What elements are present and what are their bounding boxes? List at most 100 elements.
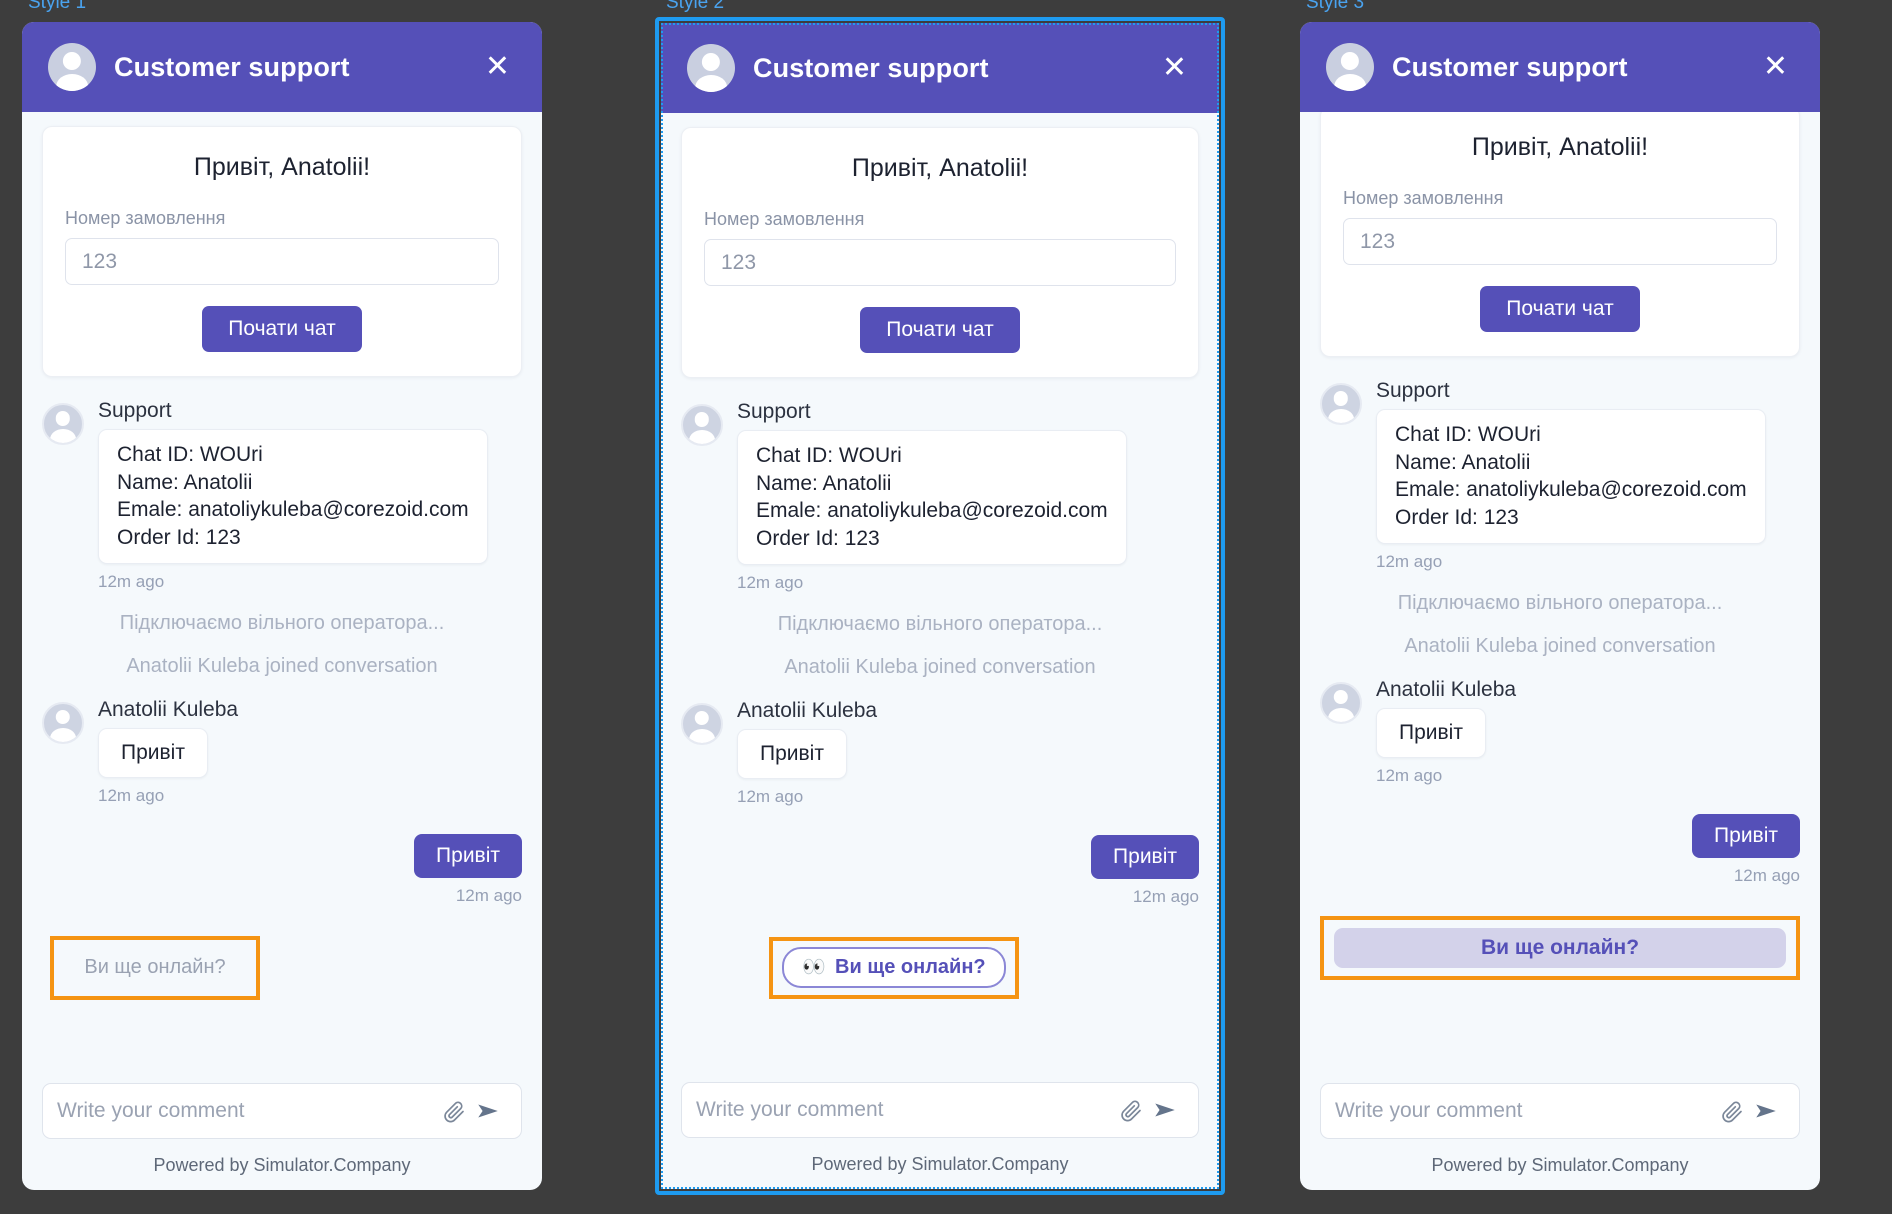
outgoing-bubble: Привіт	[414, 833, 522, 878]
online-prompt-label: Ви ще онлайн?	[835, 956, 986, 979]
widget-title: Customer support	[753, 52, 989, 83]
send-icon[interactable]	[471, 1094, 505, 1128]
composer-area	[1300, 1073, 1820, 1139]
agent-avatar-icon	[681, 702, 723, 745]
widget-title: Customer support	[114, 51, 350, 82]
sender-name: Support	[98, 399, 172, 422]
agent-avatar-icon	[1320, 681, 1362, 724]
powered-by-footer: Powered by Simulator.Company	[153, 1155, 411, 1175]
message-support: Support Chat ID: WOUri Name: Anatolii Em…	[1320, 379, 1800, 572]
eyes-icon: 👀	[802, 957, 827, 979]
composer-area	[661, 1072, 1219, 1138]
comment-input[interactable]	[1335, 1099, 1715, 1123]
message-bubble: Chat ID: WOUri Name: Anatolii Emale: ana…	[1376, 409, 1766, 544]
chat-body: Привіт, Anatolii! Номер замовлення Почат…	[661, 113, 1219, 1072]
close-icon[interactable]: ✕	[479, 48, 516, 86]
paperclip-icon[interactable]	[1715, 1094, 1749, 1128]
outgoing-timestamp: 12m ago	[455, 885, 522, 905]
widget-header: Customer support ✕	[22, 22, 542, 112]
composer	[1320, 1083, 1800, 1139]
system-line-connecting: Підключаємо вільного оператора...	[777, 612, 1103, 635]
system-line-connecting: Підключаємо вільного оператора...	[1397, 591, 1723, 614]
style-label-1: Style 1	[28, 0, 87, 13]
message-timestamp: 12m ago	[737, 572, 804, 592]
paperclip-icon[interactable]	[437, 1094, 471, 1128]
close-icon[interactable]: ✕	[1156, 49, 1193, 87]
system-line-connecting: Підключаємо вільного оператора...	[119, 611, 445, 634]
order-number-input[interactable]	[1343, 218, 1777, 265]
style-label-2: Style 2	[666, 0, 725, 13]
message-outgoing: Привіт 12m ago	[42, 833, 522, 906]
highlight-box: 👀 Ви ще онлайн?	[769, 936, 1019, 999]
message-support: Support Chat ID: WOUri Name: Anatolii Em…	[681, 400, 1199, 593]
greeting-text: Привіт, Anatolii!	[851, 154, 1029, 182]
sender-name: Support	[1376, 379, 1450, 402]
message-timestamp: 12m ago	[737, 786, 804, 806]
order-field-label: Номер замовлення	[704, 209, 865, 229]
message-bubble: Привіт	[1376, 707, 1486, 758]
message-timestamp: 12m ago	[98, 571, 165, 591]
message-timestamp: 12m ago	[1376, 551, 1443, 571]
message-bubble: Chat ID: WOUri Name: Anatolii Emale: ana…	[737, 430, 1127, 565]
system-line-joined: Anatolii Kuleba joined conversation	[1404, 634, 1716, 657]
greeting-text: Привіт, Anatolii!	[1471, 133, 1649, 161]
support-avatar-icon	[42, 403, 84, 445]
close-icon[interactable]: ✕	[1757, 48, 1794, 86]
composer-area	[22, 1073, 542, 1139]
start-chat-button[interactable]: Почати чат	[1480, 286, 1640, 332]
user-avatar-icon	[687, 44, 735, 92]
start-chat-button[interactable]: Почати чат	[860, 307, 1020, 353]
online-prompt-plain[interactable]: Ви ще онлайн?	[84, 956, 225, 979]
message-agent: Anatolii Kuleba Привіт 12m ago	[42, 698, 522, 806]
composer	[42, 1083, 522, 1139]
order-field-label: Номер замовлення	[65, 208, 226, 228]
greeting-text: Привіт, Anatolii!	[193, 153, 371, 181]
send-icon[interactable]	[1749, 1094, 1783, 1128]
online-prompt-pill-button[interactable]: 👀 Ви ще онлайн?	[782, 947, 1006, 989]
chat-body: Привіт, Anatolii! Номер замовлення Почат…	[1300, 112, 1820, 1073]
user-avatar-icon	[48, 43, 96, 91]
support-avatar-icon	[1320, 383, 1362, 425]
highlight-box: Ви ще онлайн?	[1320, 915, 1800, 980]
order-number-input[interactable]	[65, 238, 499, 285]
canvas: Style 1 Style 2 Style 3 Customer support…	[0, 0, 1892, 1214]
message-timestamp: 12m ago	[1376, 765, 1443, 785]
outgoing-timestamp: 12m ago	[1733, 865, 1800, 885]
widget-header: Customer support ✕	[1300, 22, 1820, 112]
agent-avatar-icon	[42, 701, 84, 744]
comment-input[interactable]	[57, 1099, 437, 1123]
chat-widget-style-3: Customer support ✕ Привіт, Anatolii! Ном…	[1300, 22, 1820, 1190]
outgoing-bubble: Привіт	[1692, 813, 1800, 858]
widget-title: Customer support	[1392, 51, 1628, 82]
system-line-joined: Anatolii Kuleba joined conversation	[784, 655, 1096, 678]
message-timestamp: 12m ago	[98, 785, 165, 805]
start-chat-button[interactable]: Почати чат	[202, 306, 362, 352]
chat-widget-style-2: Customer support ✕ Привіт, Anatolii! Ном…	[661, 23, 1219, 1189]
powered-by-footer: Powered by Simulator.Company	[811, 1154, 1069, 1174]
sender-name: Support	[737, 400, 811, 423]
intro-card: Привіт, Anatolii! Номер замовлення Почат…	[1320, 112, 1800, 357]
chat-body: Привіт, Anatolii! Номер замовлення Почат…	[22, 112, 542, 1073]
composer	[681, 1082, 1199, 1138]
send-icon[interactable]	[1148, 1093, 1182, 1127]
outgoing-timestamp: 12m ago	[1132, 886, 1199, 906]
paperclip-icon[interactable]	[1114, 1093, 1148, 1127]
widget-header: Customer support ✕	[661, 23, 1219, 113]
support-avatar-icon	[681, 404, 723, 446]
message-outgoing: Привіт 12m ago	[1320, 813, 1800, 886]
sender-name: Anatolii Kuleba	[737, 698, 878, 722]
message-bubble: Привіт	[737, 728, 847, 779]
comment-input[interactable]	[696, 1098, 1114, 1122]
outgoing-bubble: Привіт	[1091, 834, 1199, 879]
sender-name: Anatolii Kuleba	[98, 697, 239, 721]
message-outgoing: Привіт 12m ago	[681, 834, 1199, 907]
message-support: Support Chat ID: WOUri Name: Anatolii Em…	[42, 399, 522, 592]
message-agent: Anatolii Kuleba Привіт 12m ago	[1320, 678, 1800, 786]
message-bubble: Chat ID: WOUri Name: Anatolii Emale: ana…	[98, 429, 488, 564]
sender-name: Anatolii Kuleba	[1376, 677, 1517, 701]
order-number-input[interactable]	[704, 239, 1176, 286]
message-agent: Anatolii Kuleba Привіт 12m ago	[681, 699, 1199, 807]
system-line-joined: Anatolii Kuleba joined conversation	[126, 654, 438, 677]
order-field-label: Номер замовлення	[1343, 188, 1504, 208]
online-prompt-filled-button[interactable]: Ви ще онлайн?	[1334, 927, 1786, 968]
